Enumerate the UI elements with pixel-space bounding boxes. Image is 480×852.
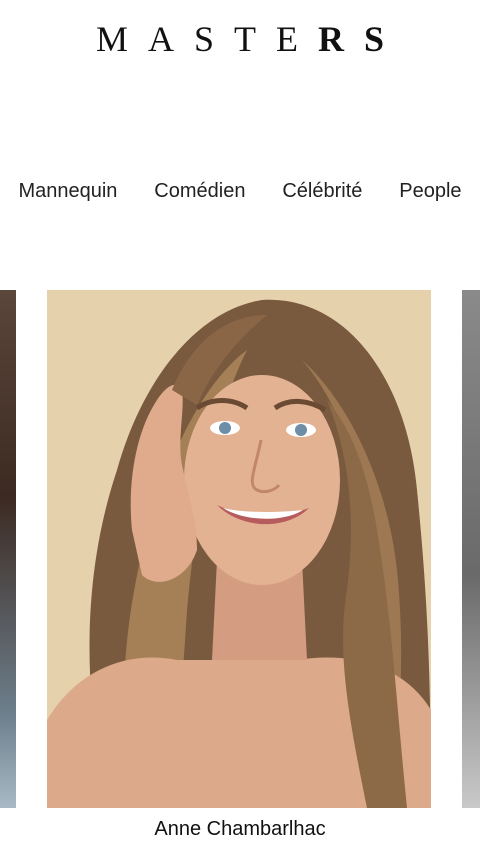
- talent-name[interactable]: Anne Chambarlhac: [0, 818, 480, 841]
- featured-talent-photo[interactable]: [47, 290, 431, 808]
- logo-text-light: MASTE: [95, 19, 318, 59]
- portrait-image: [47, 290, 431, 808]
- logo-text-heavy: RS: [317, 19, 405, 59]
- carousel-next-card[interactable]: [462, 290, 480, 808]
- nav-item-mannequin[interactable]: Mannequin: [18, 180, 117, 203]
- nav-item-people[interactable]: People: [399, 180, 461, 203]
- category-nav: Mannequin Comédien Célébrité People: [0, 180, 480, 203]
- nav-item-comedien[interactable]: Comédien: [154, 180, 245, 203]
- talent-carousel[interactable]: [0, 290, 480, 810]
- masters-logo[interactable]: MASTERS: [0, 18, 480, 60]
- nav-item-celebrite[interactable]: Célébrité: [282, 180, 362, 203]
- carousel-prev-card[interactable]: [0, 290, 16, 808]
